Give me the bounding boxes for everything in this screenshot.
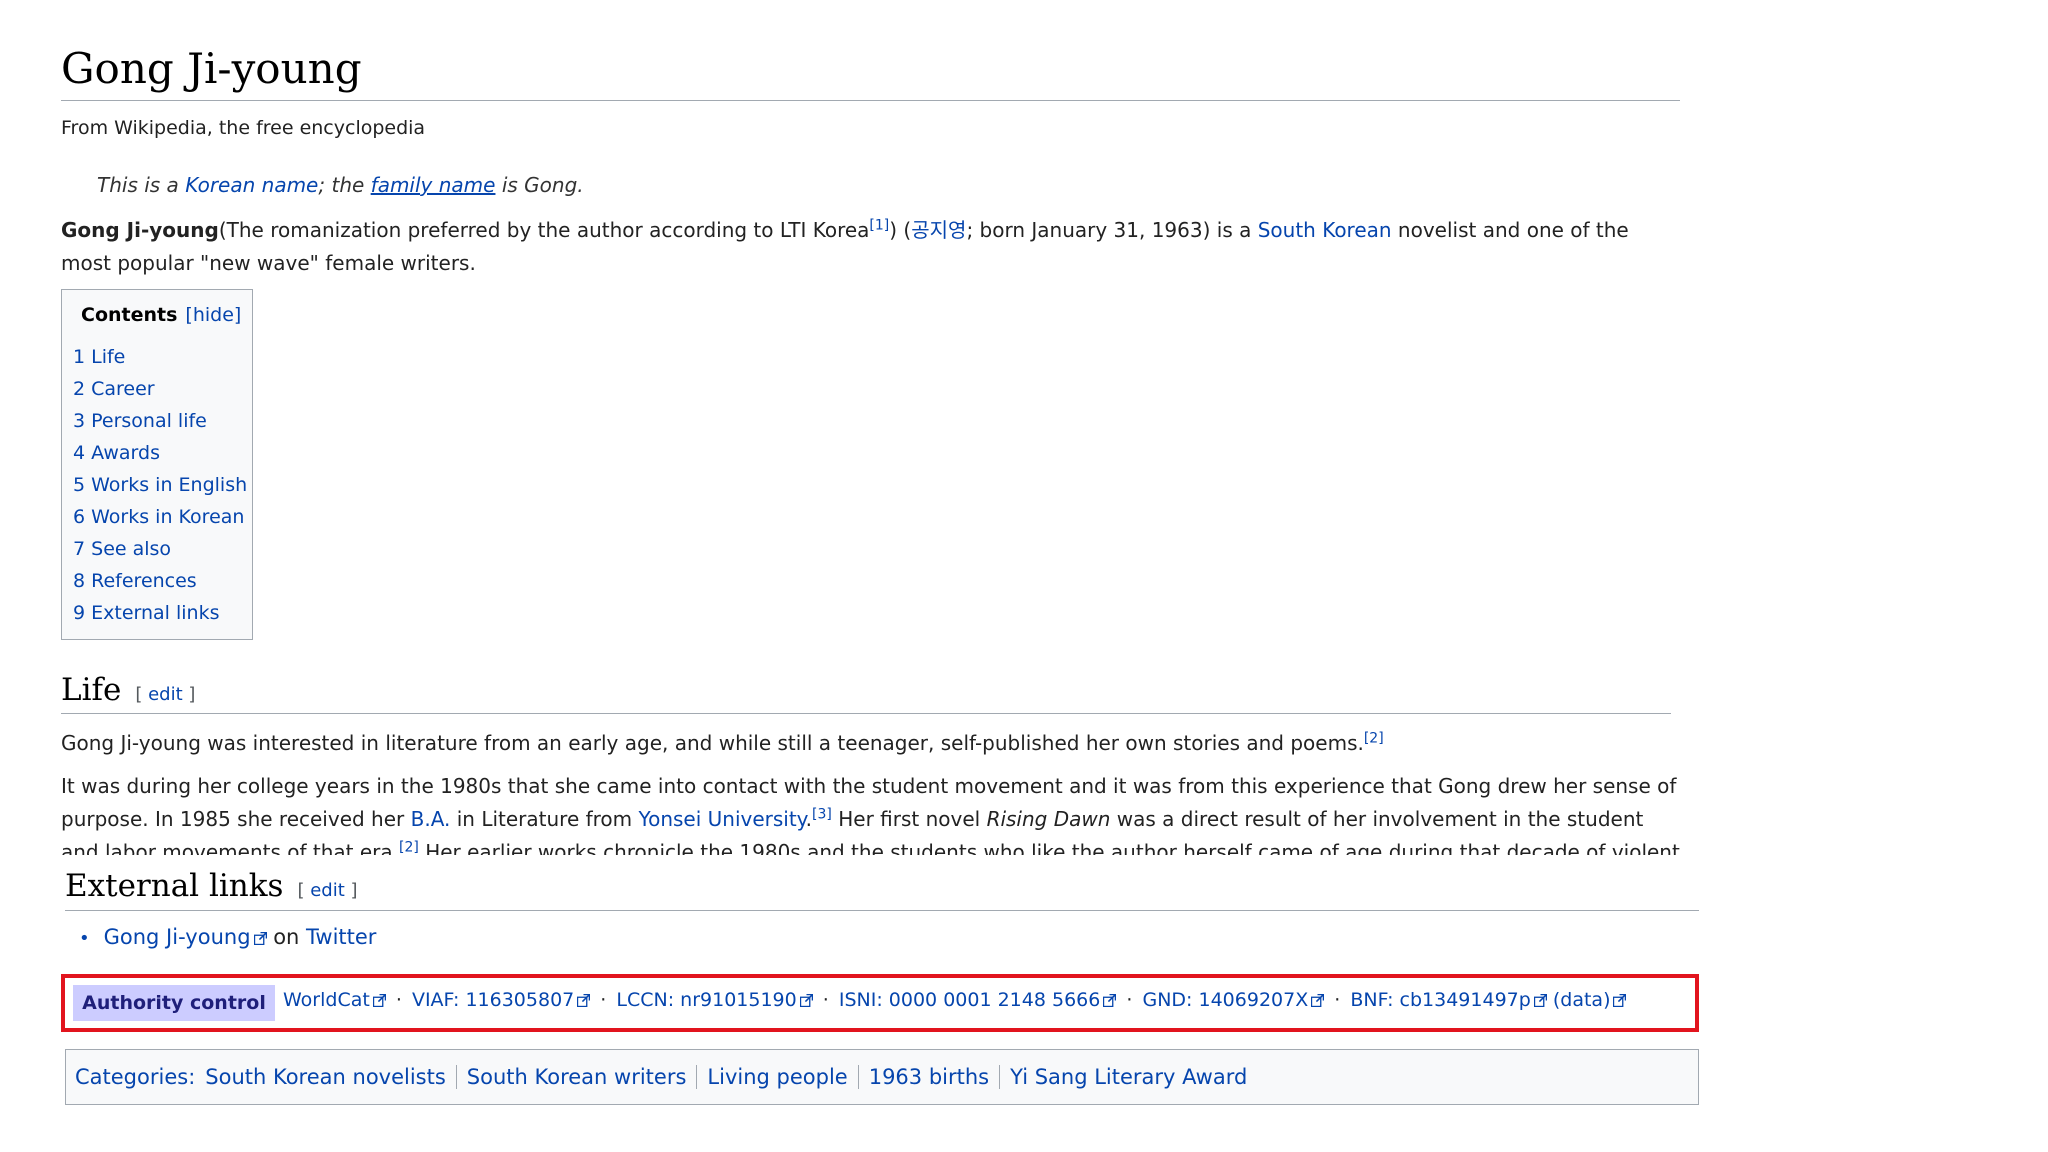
site-tagline: From Wikipedia, the free encyclopedia (61, 117, 426, 139)
hatnote-text: is Gong. (495, 173, 584, 197)
toc-item-life[interactable]: 1 Life (73, 346, 125, 368)
external-links-list: Gong Ji-young on Twitter (79, 925, 377, 949)
toc-title: Contents (81, 304, 178, 326)
toc-header: Contents [hide] (81, 304, 241, 326)
citation-3[interactable]: [3] (812, 806, 832, 822)
paragraph-text: Her first novel (831, 807, 987, 831)
citation-1[interactable]: [1] (869, 217, 889, 233)
isni-label: ISNI: (838, 989, 889, 1011)
twitter-link[interactable]: Twitter (306, 925, 376, 949)
link-text: on (266, 925, 307, 949)
life-paragraph-1: Gong Ji-young was interested in literatu… (61, 727, 1681, 760)
toc-list: 1 Life 2 Career 3 Personal life 4 Awards… (73, 341, 247, 629)
toc-hide-toggle[interactable]: [hide] (185, 304, 241, 326)
life-paragraph-2: It was during her college years in the 1… (61, 770, 1681, 855)
edit-section: [ edit ] (297, 880, 358, 901)
paragraph-text: in Literature from (450, 807, 639, 831)
authority-control-label[interactable]: Authority control (73, 985, 275, 1021)
section-divider (65, 910, 1699, 911)
toc-item-external-links[interactable]: 9 External links (73, 602, 220, 624)
article-body: Gong Ji-young From Wikipedia, the free e… (0, 0, 1700, 855)
section-title: Life (61, 672, 122, 708)
article-subject: Gong Ji-young (61, 218, 219, 242)
section-heading-external-links: External links [ edit ] (65, 868, 358, 904)
external-link-icon (372, 994, 386, 1007)
paragraph-text: Gong Ji-young was interested in literatu… (61, 731, 1364, 755)
categories-box: Categories: South Korean novelists South K… (65, 1049, 1699, 1105)
section-title: External links (65, 868, 284, 904)
category-link[interactable]: Yi Sang Literary Award (999, 1065, 1258, 1089)
toc-item-career[interactable]: 2 Career (73, 378, 155, 400)
hatnote-text: ; the (318, 173, 371, 197)
citation-2[interactable]: [2] (399, 839, 419, 855)
lccn-link[interactable]: nr91015190 (680, 989, 813, 1011)
bnf-data-link[interactable]: (data) (1553, 989, 1627, 1011)
ba-link[interactable]: B.A. (411, 807, 451, 831)
toc-item-personal-life[interactable]: 3 Personal life (73, 410, 207, 432)
intro-text: ) ( (889, 218, 912, 242)
korean-name-link[interactable]: Korean name (185, 173, 318, 197)
section-heading-life: Life [ edit ] (61, 672, 195, 708)
toc-item-see-also[interactable]: 7 See also (73, 538, 171, 560)
title-divider (61, 100, 1680, 101)
section-divider (61, 713, 1671, 714)
external-link-icon (1533, 994, 1547, 1007)
bnf-label: BNF: (1350, 989, 1400, 1011)
separator: · (1126, 989, 1133, 1011)
toc-item-works-in-english[interactable]: 5 Works in English (73, 474, 247, 496)
external-link-icon (1613, 994, 1627, 1007)
viaf-link[interactable]: 116305807 (465, 989, 591, 1011)
lccn-label: LCCN: (616, 989, 681, 1011)
category-link[interactable]: South Korean writers (455, 1065, 697, 1089)
categories-label[interactable]: Categories: (75, 1065, 195, 1089)
external-link-icon (1311, 994, 1325, 1007)
hatnote: This is a Korean name; the family name i… (97, 173, 584, 197)
hatnote-text: This is a (97, 173, 186, 197)
viaf-label: VIAF: (411, 989, 466, 1011)
gnd-label: GND: (1142, 989, 1199, 1011)
separator: · (600, 989, 607, 1011)
category-link[interactable]: South Korean novelists (205, 1065, 456, 1089)
edit-external-links-link[interactable]: edit (310, 880, 345, 901)
categories-list: Categories: South Korean novelists South K… (75, 1065, 1258, 1089)
separator: · (822, 989, 829, 1011)
intro-paragraph: Gong Ji-young(The romanization preferred… (61, 214, 1681, 280)
authority-control-box: Authority control WorldCat · VIAF: 11630… (61, 974, 1699, 1032)
twitter-profile-link[interactable]: Gong Ji-young (104, 925, 267, 949)
external-link-icon (1103, 994, 1117, 1007)
separator: · (1334, 989, 1341, 1011)
bnf-link[interactable]: cb13491497p (1400, 989, 1547, 1011)
worldcat-link[interactable]: WorldCat (283, 989, 386, 1011)
hangul-link[interactable]: 공지영 (911, 218, 966, 242)
citation-2[interactable]: [2] (1364, 730, 1384, 746)
family-name-link[interactable]: family name (371, 173, 496, 197)
list-item: Gong Ji-young on Twitter (79, 925, 377, 949)
gnd-link[interactable]: 14069207X (1199, 989, 1325, 1011)
category-link[interactable]: 1963 births (857, 1065, 1000, 1089)
external-link-icon (799, 994, 813, 1007)
isni-link[interactable]: 0000 0001 2148 5666 (889, 989, 1117, 1011)
table-of-contents: Contents [hide] 1 Life 2 Career 3 Persona… (61, 289, 253, 640)
external-link-icon (253, 932, 267, 945)
toc-item-references[interactable]: 8 References (73, 570, 197, 592)
toc-item-works-in-korean[interactable]: 6 Works in Korean (73, 506, 244, 528)
external-link-icon (577, 994, 591, 1007)
separator: · (395, 989, 402, 1011)
intro-text: ; born January 31, 1963) is a (966, 218, 1258, 242)
novel-title: Rising Dawn (986, 807, 1111, 831)
toc-item-awards[interactable]: 4 Awards (73, 442, 160, 464)
edit-section: [ edit ] (135, 684, 196, 705)
category-link[interactable]: Living people (696, 1065, 858, 1089)
edit-life-link[interactable]: edit (148, 684, 183, 705)
intro-text: (The romanization preferred by the autho… (218, 218, 870, 242)
south-korean-link[interactable]: South Korean (1258, 218, 1392, 242)
yonsei-university-link[interactable]: Yonsei University (639, 807, 806, 831)
page-title: Gong Ji-young (61, 44, 362, 93)
authority-control-list: WorldCat · VIAF: 116305807 · LCCN: nr910… (283, 989, 1627, 1011)
